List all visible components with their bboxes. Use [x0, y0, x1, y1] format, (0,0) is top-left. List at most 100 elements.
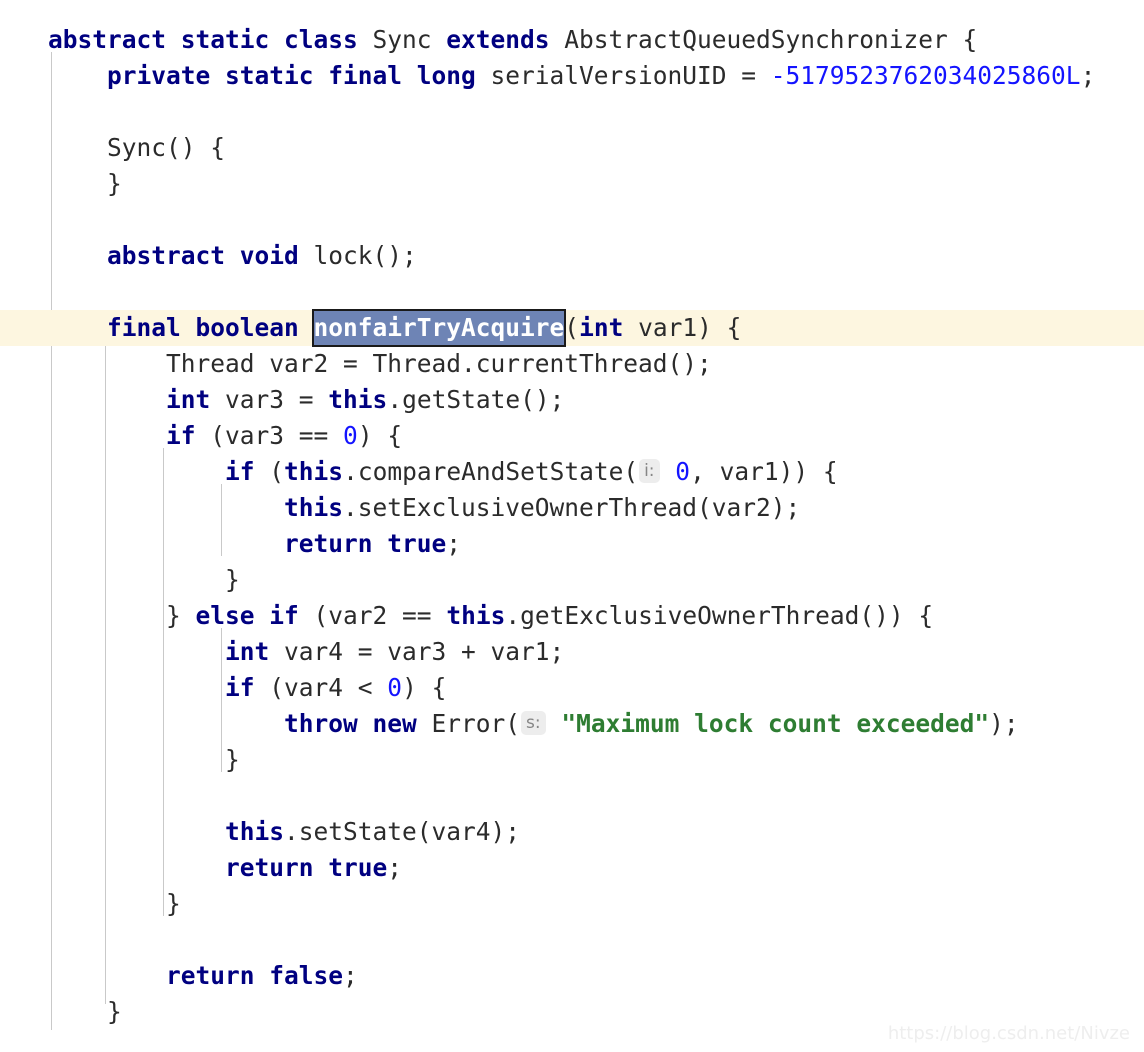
token-plain: ) {: [357, 421, 403, 450]
token-plain: .compareAndSetState(: [343, 457, 639, 486]
token-plain: var3 =: [225, 385, 329, 414]
token-kw: else if: [195, 601, 314, 630]
code-line[interactable]: return false;: [0, 958, 1144, 994]
token-num: 0: [675, 457, 691, 486]
code-line[interactable]: private static final long serialVersionU…: [0, 58, 1144, 94]
token-kw: return false: [166, 961, 344, 990]
token-plain: (var2 ==: [313, 601, 447, 630]
token-kw: extends: [446, 25, 565, 54]
token-plain: (var4 <: [269, 673, 388, 702]
token-kw: this: [225, 817, 285, 846]
code-line[interactable]: abstract void lock();: [0, 238, 1144, 274]
code-line[interactable]: [0, 778, 1144, 814]
watermark-text: https://blog.csdn.net/Nivze: [887, 1023, 1130, 1044]
code-line[interactable]: if (var3 == 0) {: [0, 418, 1144, 454]
token-kw: abstract void: [107, 241, 314, 270]
code-line[interactable]: }: [0, 562, 1144, 598]
token-plain: var1) {: [638, 313, 742, 342]
token-plain: var4 = var3 + var1;: [284, 637, 565, 666]
token-plain: Sync: [372, 25, 447, 54]
code-line[interactable]: int var3 = this.getState();: [0, 382, 1144, 418]
code-line[interactable]: int var4 = var3 + var1;: [0, 634, 1144, 670]
code-line[interactable]: [0, 274, 1144, 310]
code-line[interactable]: this.setState(var4);: [0, 814, 1144, 850]
token-plain: .setState(var4);: [284, 817, 521, 846]
selected-identifier[interactable]: nonfairTryAcquire: [311, 309, 567, 347]
code-line[interactable]: throw new Error(s: "Maximum lock count e…: [0, 706, 1144, 742]
token-kw: if: [166, 421, 211, 450]
code-line-current[interactable]: final boolean nonfairTryAcquire(int var1…: [0, 309, 1144, 347]
code-line[interactable]: Thread var2 = Thread.currentThread();: [0, 346, 1144, 382]
token-kw: final boolean: [107, 313, 314, 342]
token-plain: ;: [343, 961, 358, 990]
token-plain: (var3 ==: [210, 421, 344, 450]
token-kw: abstract static class: [48, 25, 373, 54]
token-plain: ;: [1080, 61, 1096, 90]
token-kw: int: [579, 313, 639, 342]
code-line[interactable]: return true;: [0, 850, 1144, 886]
token-kw: return true: [284, 529, 447, 558]
token-plain: .getExclusiveOwnerThread()) {: [505, 601, 934, 630]
token-plain: }: [225, 745, 240, 774]
code-line[interactable]: if (this.compareAndSetState(i: 0, var1))…: [0, 454, 1144, 490]
token-plain: }: [225, 565, 240, 594]
code-content[interactable]: abstract static class Sync extends Abstr…: [0, 22, 1144, 1030]
code-line[interactable]: abstract static class Sync extends Abstr…: [0, 22, 1144, 58]
token-num: 0: [387, 673, 403, 702]
token-num: -5179523762034025860L: [770, 61, 1081, 90]
token-plain: AbstractQueuedSynchronizer {: [564, 25, 978, 54]
code-line[interactable]: }: [0, 166, 1144, 202]
token-kw: if: [225, 457, 270, 486]
token-plain: ) {: [402, 673, 447, 702]
token-str: "Maximum lock count exceeded": [561, 709, 990, 738]
code-editor-pane[interactable]: abstract static class Sync extends Abstr…: [0, 0, 1144, 1052]
token-kw: private static final long: [107, 61, 491, 90]
token-plain: , var1)) {: [690, 457, 838, 486]
token-plain: .getState();: [387, 385, 565, 414]
code-line[interactable]: [0, 94, 1144, 130]
code-line[interactable]: return true;: [0, 526, 1144, 562]
token-plain: lock();: [313, 241, 417, 270]
token-kw: if: [225, 673, 270, 702]
code-line[interactable]: [0, 202, 1144, 238]
token-kw: throw new: [284, 709, 432, 738]
code-line[interactable]: if (var4 < 0) {: [0, 670, 1144, 706]
token-plain: ;: [446, 529, 462, 558]
token-kw: return true: [225, 853, 388, 882]
code-line[interactable]: this.setExclusiveOwnerThread(var2);: [0, 490, 1144, 526]
token-plain: Thread var2 = Thread.currentThread();: [166, 349, 712, 378]
token-kw: int: [166, 385, 226, 414]
token-plain: }: [107, 169, 122, 198]
code-line[interactable]: [0, 922, 1144, 958]
token-plain: }: [166, 601, 196, 630]
code-line[interactable]: Sync() {: [0, 130, 1144, 166]
code-line[interactable]: } else if (var2 == this.getExclusiveOwne…: [0, 598, 1144, 634]
code-line[interactable]: }: [0, 742, 1144, 778]
token-kw: this: [284, 493, 344, 522]
token-kw: this: [446, 601, 506, 630]
inline-parameter-hint: i:: [639, 459, 660, 483]
token-kw: int: [225, 637, 285, 666]
code-line[interactable]: }: [0, 886, 1144, 922]
token-plain: Error(: [431, 709, 521, 738]
